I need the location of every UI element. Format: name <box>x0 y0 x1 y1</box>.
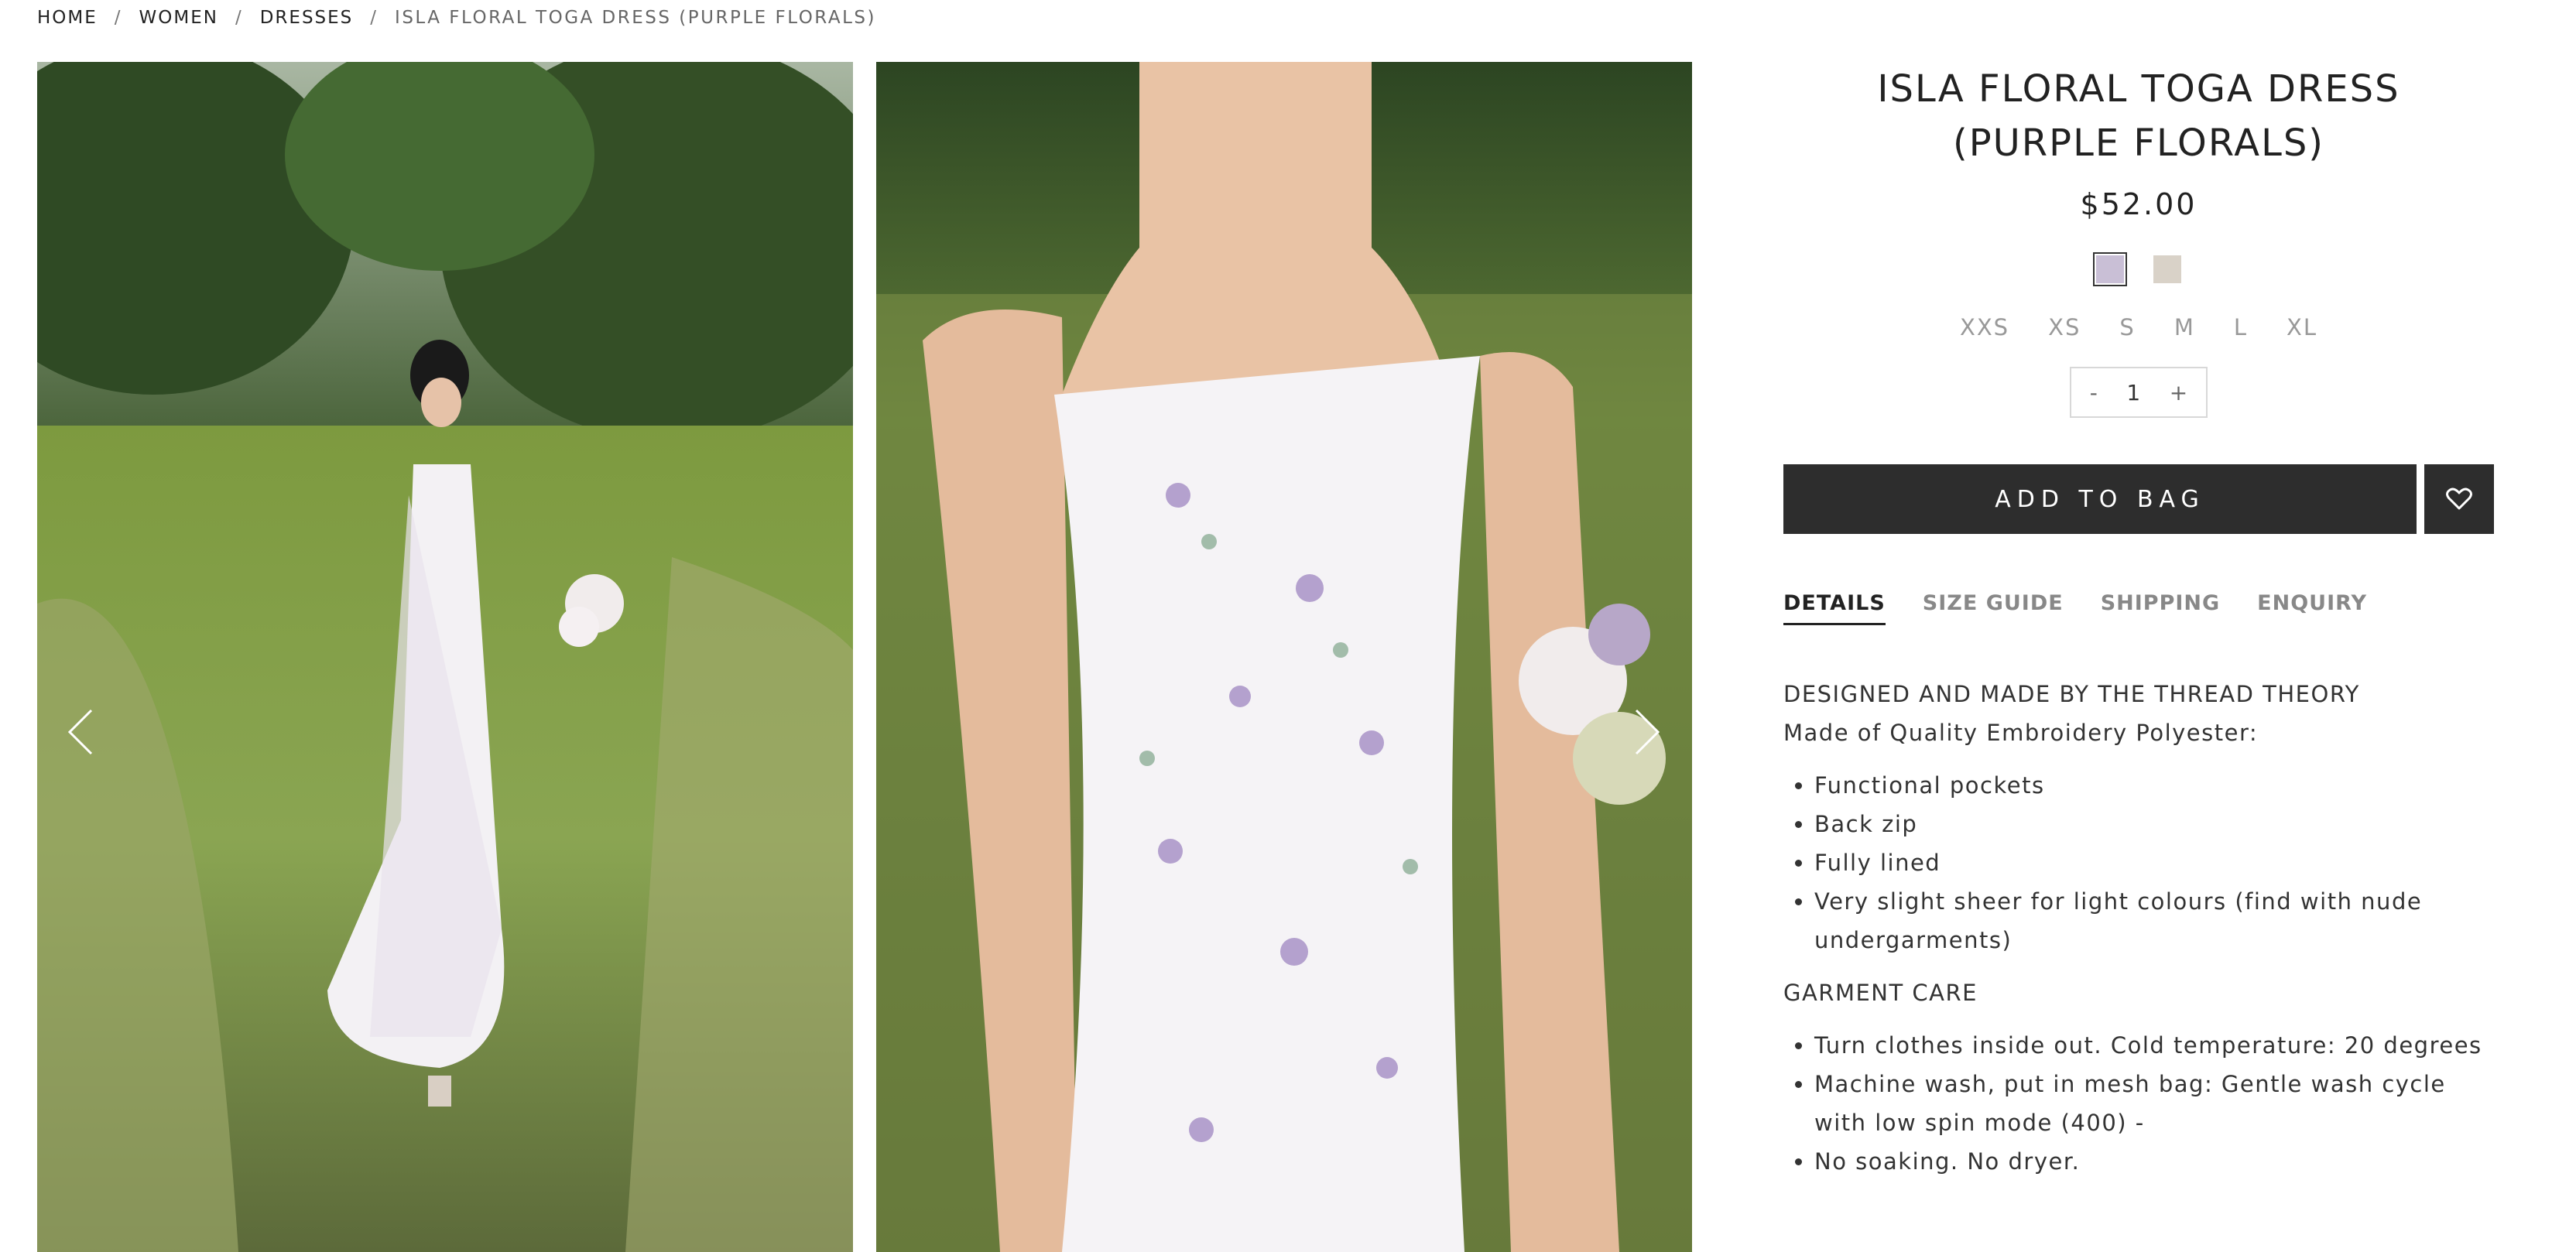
gallery-next-button[interactable] <box>1624 701 1670 763</box>
care-list: Turn clothes inside out. Cold temperatur… <box>1783 1026 2494 1181</box>
size-option-xxs[interactable]: XXS <box>1941 314 2029 340</box>
tab-shipping[interactable]: SHIPPING <box>2101 591 2220 625</box>
list-item: Machine wash, put in mesh bag: Gentle wa… <box>1814 1065 2494 1142</box>
tab-size-guide[interactable]: SIZE GUIDE <box>1923 591 2064 625</box>
product-gallery <box>37 62 1692 1252</box>
swatch-fill <box>2096 255 2124 283</box>
gallery-prev-button[interactable] <box>57 701 104 763</box>
swatch-purple-florals[interactable] <box>2093 252 2127 286</box>
color-swatches <box>1783 252 2494 286</box>
heart-icon <box>2446 487 2472 510</box>
photo-illustration <box>876 62 1692 1252</box>
add-to-bag-button[interactable]: ADD TO BAG <box>1783 464 2417 534</box>
breadcrumb-women[interactable]: WOMEN <box>139 8 218 28</box>
breadcrumb-separator: / <box>235 8 243 28</box>
size-option-xl[interactable]: XL <box>2267 314 2337 340</box>
breadcrumb-current: ISLA FLORAL TOGA DRESS (PURPLE FLORALS) <box>395 8 876 28</box>
quantity-stepper: - 1 + <box>2070 367 2208 418</box>
swatch-beige-florals[interactable] <box>2150 252 2184 286</box>
chevron-right-icon <box>1635 709 1660 755</box>
list-item: Fully lined <box>1814 843 2494 882</box>
list-item: No soaking. No dryer. <box>1814 1142 2494 1181</box>
product-price: $52.00 <box>2080 187 2197 221</box>
tab-enquiry[interactable]: ENQUIRY <box>2257 591 2367 625</box>
purchase-actions: ADD TO BAG <box>1783 464 2494 534</box>
chevron-left-icon <box>67 709 93 755</box>
breadcrumb-home[interactable]: HOME <box>37 8 98 28</box>
product-info-panel: ISLA FLORAL TOGA DRESS (PURPLE FLORALS) … <box>1783 62 2494 1195</box>
breadcrumb-separator: / <box>370 8 379 28</box>
swatch-fill <box>2153 255 2181 283</box>
quantity-increase-button[interactable]: + <box>2162 380 2195 405</box>
details-heading: DESIGNED AND MADE BY THE THREAD THEORY <box>1783 681 2360 707</box>
list-item: Back zip <box>1814 805 2494 843</box>
product-photo-full-length[interactable] <box>37 62 853 1252</box>
list-item: Very slight sheer for light colours (fin… <box>1814 882 2494 960</box>
breadcrumb-dresses[interactable]: DRESSES <box>260 8 354 28</box>
list-item: Turn clothes inside out. Cold temperatur… <box>1814 1026 2494 1065</box>
quantity-decrease-button[interactable]: - <box>2082 380 2105 405</box>
details-content: DESIGNED AND MADE BY THE THREAD THEORY M… <box>1783 675 2494 1181</box>
quantity-value[interactable]: 1 <box>2126 380 2140 405</box>
product-tabs: DETAILS SIZE GUIDE SHIPPING ENQUIRY <box>1783 591 2494 625</box>
product-photo-closeup[interactable] <box>876 62 1692 1252</box>
size-option-s[interactable]: S <box>2100 314 2154 340</box>
feature-list: Functional pockets Back zip Fully lined … <box>1783 766 2494 960</box>
wishlist-button[interactable] <box>2424 464 2494 534</box>
size-option-xs[interactable]: XS <box>2029 314 2100 340</box>
list-item: Functional pockets <box>1814 766 2494 805</box>
size-selector: XXS XS S M L XL <box>1783 314 2494 340</box>
breadcrumb: HOME / WOMEN / DRESSES / ISLA FLORAL TOG… <box>37 8 876 28</box>
breadcrumb-separator: / <box>114 8 122 28</box>
product-title: ISLA FLORAL TOGA DRESS (PURPLE FLORALS) <box>1877 67 2400 165</box>
size-option-l[interactable]: L <box>2215 314 2267 340</box>
care-heading: GARMENT CARE <box>1783 980 1978 1006</box>
photo-illustration <box>37 62 853 1252</box>
size-option-m[interactable]: M <box>2155 314 2215 340</box>
tab-details[interactable]: DETAILS <box>1783 591 1886 625</box>
details-material: Made of Quality Embroidery Polyester: <box>1783 720 2259 746</box>
